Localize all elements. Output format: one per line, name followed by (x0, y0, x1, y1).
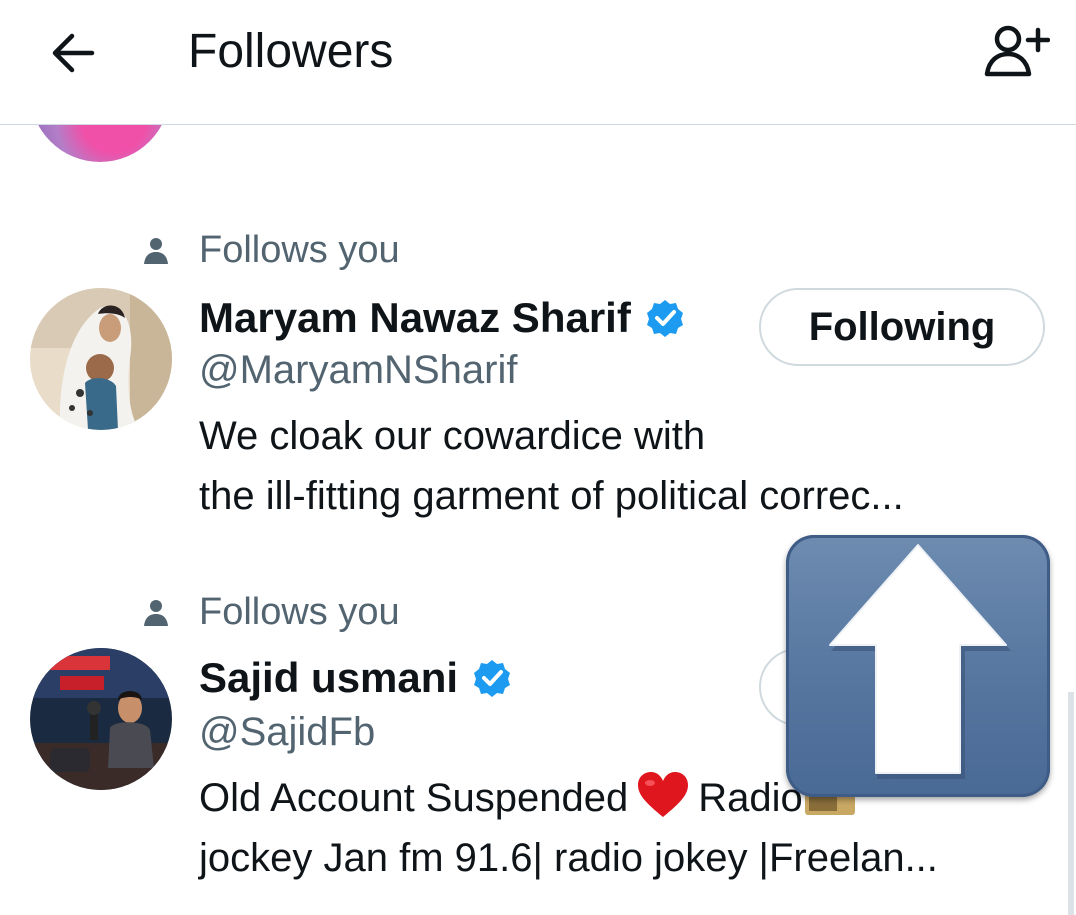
bio-line: jockey Jan fm 91.6| radio jokey |Freelan… (199, 836, 938, 880)
scroll-to-top-button[interactable] (786, 535, 1050, 797)
bio-line: Old Account Suspended Radio (199, 768, 857, 828)
profile-photo (30, 288, 172, 430)
follows-you-label: Follows you (199, 591, 400, 633)
red-heart-emoji (638, 772, 689, 817)
person-add-icon (984, 25, 1051, 77)
upload-arrow-icon (829, 544, 1011, 779)
back-button[interactable] (48, 28, 98, 78)
page-title: Followers (188, 25, 394, 78)
display-name-row[interactable]: Sajid usmani (199, 652, 512, 704)
top-app-bar: Followers (0, 0, 1076, 125)
bio-line: the ill-fitting garment of political cor… (199, 474, 904, 518)
follows-you-indicator: Follows you (143, 592, 400, 632)
display-name[interactable]: Sajid usmani (199, 652, 458, 704)
person-icon (144, 600, 168, 626)
verified-badge-icon (474, 660, 511, 697)
user-handle: @MaryamNSharif (199, 348, 518, 392)
user-handle: @SajidFb (199, 710, 376, 754)
bio-text: Old Account Suspended (199, 776, 629, 820)
list-item[interactable]: Follows you Maryam Nawaz Sharif @MaryamN… (0, 228, 1076, 528)
bio-line: We cloak our cowardice with (199, 414, 706, 458)
arrow-left-icon (52, 33, 95, 73)
follows-you-label: Follows you (199, 229, 400, 271)
display-name-row[interactable]: Maryam Nawaz Sharif (199, 292, 685, 344)
verified-badge-icon (646, 300, 683, 337)
display-name[interactable]: Maryam Nawaz Sharif (199, 292, 631, 344)
profile-photo (30, 648, 172, 790)
avatar[interactable] (30, 288, 172, 430)
avatar[interactable] (30, 648, 172, 790)
person-icon (144, 238, 168, 264)
add-user-button[interactable] (982, 22, 1051, 82)
scrollbar[interactable] (1068, 692, 1074, 915)
follows-you-indicator: Follows you (143, 230, 400, 270)
following-button[interactable]: Following (759, 288, 1045, 366)
